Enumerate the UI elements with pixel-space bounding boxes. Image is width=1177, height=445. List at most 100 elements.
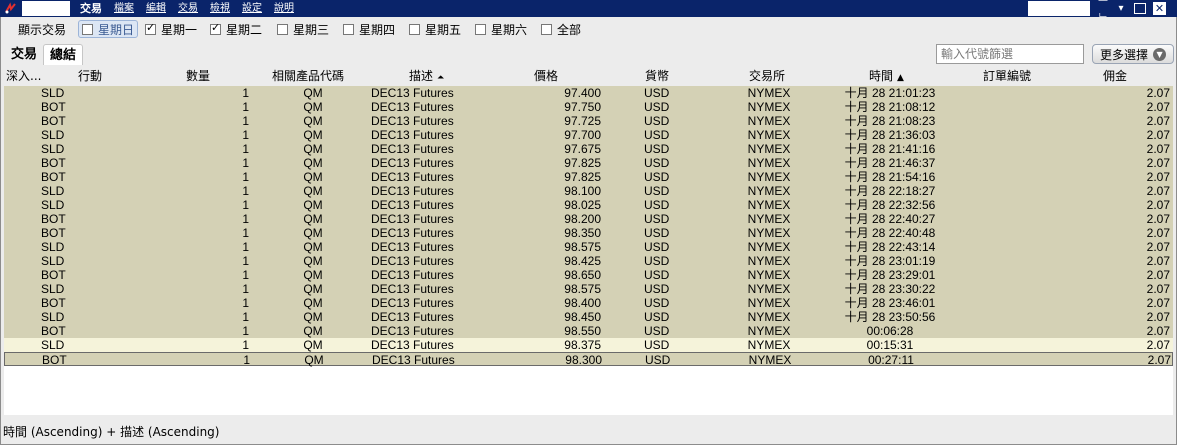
- table-row[interactable]: BOT 1 QM DEC13 Futures 97.725 USD NYMEX 十月 28 2…: [4, 114, 1173, 128]
- table-row[interactable]: SLD 1 QM DEC13 Futures 98.450 USD NYMEX 十月 28 2…: [4, 310, 1173, 324]
- checkbox-box[interactable]: [541, 23, 552, 35]
- col-header-description[interactable]: 描述 ⏶: [409, 67, 444, 86]
- cell-price: 98.200: [564, 212, 601, 226]
- cell-time: 十月 28 21:41:16: [844, 142, 936, 156]
- cell-price: 98.550: [564, 324, 601, 338]
- checkbox-friday[interactable]: 星期五: [409, 20, 461, 38]
- cell-commission: 2.07: [1146, 282, 1170, 296]
- table-row[interactable]: BOT 1 QM DEC13 Futures 98.300 USD NYMEX 00:27:1…: [4, 352, 1173, 367]
- cell-commission: 2.07: [1147, 353, 1171, 367]
- more-options-button[interactable]: 更多選擇 ▼: [1092, 44, 1174, 64]
- col-header-commission[interactable]: 佣金: [1103, 67, 1127, 86]
- table-row[interactable]: BOT 1 QM DEC13 Futures 98.550 USD NYMEX 00:06:2…: [4, 324, 1173, 338]
- checkbox-box[interactable]: [343, 23, 354, 35]
- symbol-filter-input[interactable]: [936, 44, 1084, 64]
- cell-time: 十月 28 23:29:01: [844, 268, 936, 282]
- chevron-down-icon[interactable]: ▾: [1112, 0, 1130, 17]
- menu-item-trade[interactable]: 交易: [172, 0, 204, 17]
- checkbox-all[interactable]: 全部: [541, 20, 581, 38]
- cell-time: 十月 28 23:30:22: [844, 282, 936, 296]
- table-row[interactable]: BOT 1 QM DEC13 Futures 98.200 USD NYMEX 十月 28 2…: [4, 212, 1173, 226]
- col-header-currency[interactable]: 貨幣: [645, 67, 669, 86]
- cell-symbol: QM: [303, 142, 323, 156]
- tab-summary[interactable]: 總結: [43, 44, 84, 65]
- checkbox-label: 星期日: [98, 22, 135, 37]
- table-row[interactable]: BOT 1 QM DEC13 Futures 97.825 USD NYMEX 十月 28 2…: [4, 156, 1173, 170]
- table-row[interactable]: SLD 1 QM DEC13 Futures 97.700 USD NYMEX 十月 28 2…: [4, 128, 1173, 142]
- table-row[interactable]: SLD 1 QM DEC13 Futures 98.100 USD NYMEX 十月 28 2…: [4, 184, 1173, 198]
- table-row[interactable]: BOT 1 QM DEC13 Futures 98.400 USD NYMEX 十月 28 2…: [4, 296, 1173, 310]
- cell-currency: USD: [644, 268, 670, 282]
- checkbox-saturday[interactable]: 星期六: [475, 20, 527, 38]
- table-row[interactable]: SLD 1 QM DEC13 Futures 98.375 USD NYMEX 00:15:3…: [4, 338, 1173, 352]
- col-header-action[interactable]: 行動: [78, 67, 102, 86]
- col-header-exchange[interactable]: 交易所: [749, 67, 785, 86]
- table-row[interactable]: SLD 1 QM DEC13 Futures 98.575 USD NYMEX 十月 28 2…: [4, 240, 1173, 254]
- checkbox-thursday[interactable]: 星期四: [343, 20, 395, 38]
- cell-commission: 2.07: [1146, 240, 1170, 254]
- cell-price: 98.025: [564, 198, 601, 212]
- cell-exchange: NYMEX: [747, 240, 791, 254]
- menu-item-file[interactable]: 檔案: [108, 0, 140, 17]
- checkbox-monday[interactable]: 星期一: [145, 20, 197, 38]
- cell-commission: 2.07: [1146, 254, 1170, 268]
- cell-symbol: QM: [303, 114, 323, 128]
- menu-item-view[interactable]: 檢視: [204, 0, 236, 17]
- checkbox-label: 星期一: [161, 22, 198, 37]
- table-row[interactable]: SLD 1 QM DEC13 Futures 97.400 USD NYMEX 十月 28 2…: [4, 86, 1173, 100]
- cell-action: BOT: [41, 296, 66, 310]
- app-logo-icon: [4, 2, 17, 15]
- table-row[interactable]: BOT 1 QM DEC13 Futures 98.350 USD NYMEX 十月 28 2…: [4, 226, 1173, 240]
- table-row[interactable]: BOT 1 QM DEC13 Futures 97.825 USD NYMEX 十月 28 2…: [4, 170, 1173, 184]
- col-header-quantity[interactable]: 數量: [186, 67, 210, 86]
- cell-description: DEC13 Futures: [371, 100, 454, 114]
- col-header-time[interactable]: 時間 ▲: [869, 67, 904, 86]
- checkbox-box[interactable]: [145, 21, 156, 35]
- table-row[interactable]: SLD 1 QM DEC13 Futures 97.675 USD NYMEX 十月 28 2…: [4, 142, 1173, 156]
- col-header-symbol[interactable]: 相關產品代碼: [272, 67, 344, 86]
- table-row[interactable]: BOT 1 QM DEC13 Futures 98.650 USD NYMEX 十月 28 2…: [4, 268, 1173, 282]
- show-trades-label: 顯示交易: [18, 23, 67, 37]
- menu-item-settings[interactable]: 設定: [236, 0, 268, 17]
- menu-item-help[interactable]: 說明: [268, 0, 300, 17]
- cell-exchange: NYMEX: [747, 156, 791, 170]
- cell-action: SLD: [41, 86, 65, 100]
- col-header-depth[interactable]: 深入...: [6, 67, 41, 86]
- cell-action: BOT: [41, 324, 66, 338]
- col-header-price[interactable]: 價格: [534, 67, 558, 86]
- menu-item-edit[interactable]: 編輯: [140, 0, 172, 17]
- close-icon[interactable]: ✕: [1153, 2, 1166, 15]
- checkbox-box[interactable]: [82, 23, 93, 35]
- table-row[interactable]: SLD 1 QM DEC13 Futures 98.025 USD NYMEX 十月 28 2…: [4, 198, 1173, 212]
- col-header-time-label: 時間: [869, 69, 894, 83]
- cell-symbol: QM: [303, 184, 323, 198]
- checkbox-sunday[interactable]: 星期日: [78, 20, 139, 38]
- menu-item-trade-title[interactable]: 交易: [74, 0, 108, 17]
- cell-currency: USD: [644, 240, 670, 254]
- title-blank-area: [1028, 1, 1090, 16]
- table-row[interactable]: BOT 1 QM DEC13 Futures 97.750 USD NYMEX 十月 28 2…: [4, 100, 1173, 114]
- col-header-order-id[interactable]: 訂單編號: [983, 67, 1031, 86]
- window-controls: —⊢ ▾ ✕: [1094, 0, 1166, 23]
- cell-quantity: 1: [242, 226, 249, 240]
- cell-commission: 2.07: [1146, 86, 1170, 100]
- cell-commission: 2.07: [1146, 156, 1170, 170]
- cell-description: DEC13 Futures: [371, 128, 454, 142]
- checkbox-box[interactable]: [409, 23, 420, 35]
- checkbox-box[interactable]: [277, 23, 288, 35]
- cell-time: 十月 28 21:08:23: [844, 114, 936, 128]
- cell-exchange: NYMEX: [747, 310, 791, 324]
- cell-price: 98.100: [564, 184, 601, 198]
- table-row[interactable]: SLD 1 QM DEC13 Futures 98.425 USD NYMEX 十月 28 2…: [4, 254, 1173, 268]
- cell-quantity: 1: [242, 100, 249, 114]
- checkbox-box[interactable]: [210, 21, 221, 35]
- tab-trades[interactable]: 交易: [5, 44, 43, 65]
- checkbox-box[interactable]: [475, 23, 486, 35]
- cell-commission: 2.07: [1146, 226, 1170, 240]
- cell-description: DEC13 Futures: [371, 212, 454, 226]
- cell-exchange: NYMEX: [747, 170, 791, 184]
- restore-icon[interactable]: [1134, 3, 1146, 14]
- table-row[interactable]: SLD 1 QM DEC13 Futures 98.575 USD NYMEX 十月 28 2…: [4, 282, 1173, 296]
- checkbox-tuesday[interactable]: 星期二: [210, 20, 262, 38]
- checkbox-wednesday[interactable]: 星期三: [277, 20, 329, 38]
